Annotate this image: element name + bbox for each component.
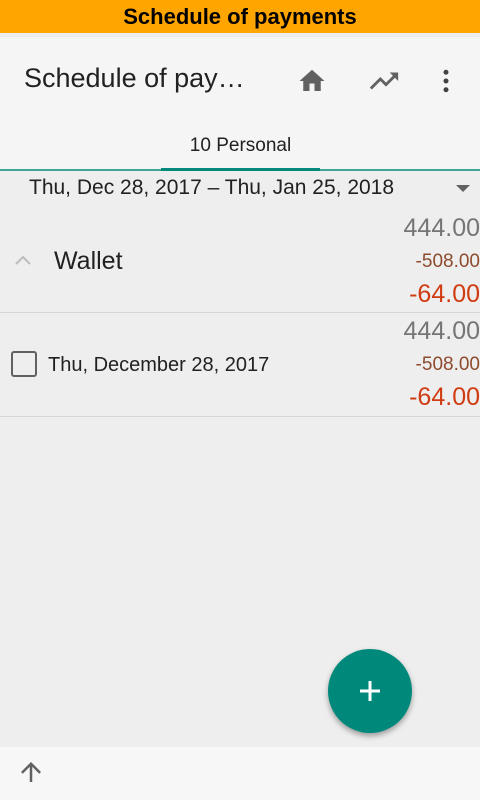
wallet-outflow: -508.00 bbox=[415, 251, 480, 272]
overflow-menu-button[interactable] bbox=[428, 63, 464, 99]
trend-button[interactable] bbox=[366, 63, 402, 99]
entry-net: -64.00 bbox=[409, 383, 480, 411]
date-range-selector[interactable]: Thu, Dec 28, 2017 – Thu, Jan 25, 2018 bbox=[0, 171, 480, 207]
home-icon bbox=[299, 69, 325, 91]
tab-bar: 10 Personal bbox=[0, 123, 480, 171]
arrow-up-icon[interactable] bbox=[16, 757, 46, 787]
entry-total: 444.00 bbox=[403, 317, 480, 345]
bottom-bar bbox=[0, 747, 480, 800]
page-title: Schedule of pay… bbox=[24, 63, 245, 93]
window-title-banner: Schedule of payments bbox=[0, 0, 480, 33]
entry-date: Thu, December 28, 2017 bbox=[48, 354, 270, 376]
app-bar: Schedule of pay… bbox=[0, 37, 480, 123]
date-range-label: Thu, Dec 28, 2017 – Thu, Jan 25, 2018 bbox=[29, 176, 395, 199]
wallet-group-row[interactable]: Wallet 444.00 -508.00 -64.00 bbox=[0, 207, 480, 313]
home-button[interactable] bbox=[294, 63, 330, 99]
wallet-net: -64.00 bbox=[409, 280, 480, 308]
entry-outflow: -508.00 bbox=[415, 354, 480, 375]
trending-up-icon bbox=[369, 72, 399, 90]
wallet-total: 444.00 bbox=[403, 214, 480, 242]
wallet-label: Wallet bbox=[54, 247, 123, 275]
plus-icon bbox=[360, 681, 380, 701]
banner-title: Schedule of payments bbox=[123, 3, 357, 29]
chevron-up-icon[interactable] bbox=[13, 253, 33, 267]
select-checkbox[interactable] bbox=[11, 351, 37, 377]
tab-personal[interactable]: 10 Personal bbox=[161, 123, 320, 169]
list-item[interactable]: Thu, December 28, 2017 444.00 -508.00 -6… bbox=[0, 313, 480, 417]
add-button[interactable] bbox=[328, 649, 412, 733]
dropdown-arrow-icon bbox=[456, 185, 470, 192]
more-vert-icon bbox=[443, 69, 449, 93]
